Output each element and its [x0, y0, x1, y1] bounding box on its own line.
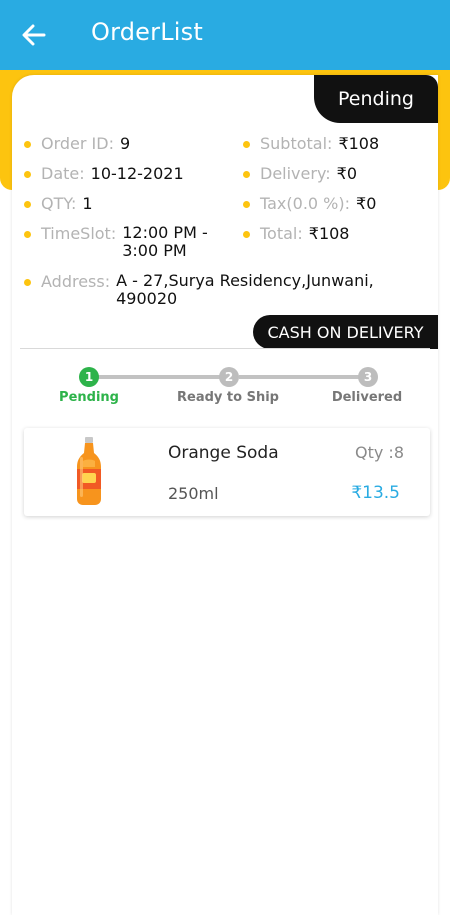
- total-row: Total: ₹108: [243, 224, 349, 243]
- date-label: Date:: [41, 164, 85, 183]
- bullet-dot: [243, 141, 250, 148]
- date-row: Date: 10-12-2021: [24, 164, 184, 183]
- address-line-2: 490020: [116, 289, 178, 308]
- bullet-dot: [24, 171, 31, 178]
- orange-soda-bottle-icon: [77, 437, 101, 505]
- subtotal-value: ₹108: [338, 134, 380, 153]
- bullet-dot: [24, 201, 31, 208]
- step-2-indicator: 2: [219, 367, 239, 387]
- order-status-badge: Pending: [314, 75, 438, 123]
- tax-row: Tax(0.0 %): ₹0: [243, 194, 376, 213]
- timeslot-start: 12:00 PM -: [122, 223, 208, 242]
- subtotal-label: Subtotal:: [260, 134, 333, 153]
- bullet-dot: [243, 201, 250, 208]
- qty-value: 1: [82, 194, 93, 213]
- address-line-1: A - 27,Surya Residency,Junwani,: [116, 271, 374, 290]
- step-1-indicator: 1: [79, 367, 99, 387]
- step-3-indicator: 3: [358, 367, 378, 387]
- step-3-label: Delivered: [331, 390, 403, 405]
- product-price: ₹13.5: [351, 483, 400, 503]
- timeslot-label: TimeSlot:: [41, 224, 117, 243]
- delivery-row: Delivery: ₹0: [243, 164, 357, 183]
- delivery-value: ₹0: [336, 164, 357, 183]
- timeslot-value: 12:00 PM - 3:00 PM: [122, 224, 208, 260]
- timeslot-row: TimeSlot: 12:00 PM - 3:00 PM: [24, 224, 208, 260]
- step-connector: [98, 375, 229, 379]
- divider: [20, 348, 430, 349]
- total-value: ₹108: [308, 224, 350, 243]
- page-title: OrderList: [91, 18, 203, 46]
- bullet-dot: [24, 141, 31, 148]
- order-id-row: Order ID: 9: [24, 134, 130, 153]
- payment-method-badge: CASH ON DELIVERY: [253, 315, 438, 349]
- address-row: Address: A - 27,Surya Residency,Junwani,…: [24, 272, 374, 308]
- back-button[interactable]: [14, 17, 54, 53]
- total-label: Total:: [260, 224, 303, 243]
- product-name: Orange Soda: [168, 443, 279, 463]
- order-item-card[interactable]: Orange Soda 250ml Qty :8 ₹13.5: [24, 428, 430, 516]
- app-bar: OrderList: [0, 0, 450, 70]
- bullet-dot: [24, 231, 31, 238]
- address-value: A - 27,Surya Residency,Junwani, 490020: [116, 272, 374, 308]
- subtotal-row: Subtotal: ₹108: [243, 134, 379, 153]
- bullet-dot: [24, 279, 31, 286]
- date-value: 10-12-2021: [90, 164, 184, 183]
- qty-row: QTY: 1: [24, 194, 93, 213]
- product-size: 250ml: [168, 484, 219, 503]
- step-connector: [239, 375, 369, 379]
- product-quantity: Qty :8: [355, 443, 404, 462]
- step-2-label: Ready to Ship: [177, 390, 279, 405]
- tax-label: Tax(0.0 %):: [260, 194, 351, 213]
- tax-value: ₹0: [356, 194, 377, 213]
- timeslot-end: 3:00 PM: [122, 241, 187, 260]
- delivery-label: Delivery:: [260, 164, 331, 183]
- bullet-dot: [243, 231, 250, 238]
- bullet-dot: [243, 171, 250, 178]
- step-1-label: Pending: [59, 390, 119, 405]
- order-id-label: Order ID:: [41, 134, 114, 153]
- arrow-left-icon: [22, 24, 46, 46]
- order-id-value: 9: [119, 134, 131, 153]
- order-progress-stepper: 1 2 3 Pending Ready to Ship Delivered: [12, 365, 438, 405]
- qty-label: QTY:: [41, 194, 77, 213]
- address-label: Address:: [41, 272, 111, 291]
- order-card: Pending Order ID: 9 Date: 10-12-2021 QTY…: [12, 75, 438, 915]
